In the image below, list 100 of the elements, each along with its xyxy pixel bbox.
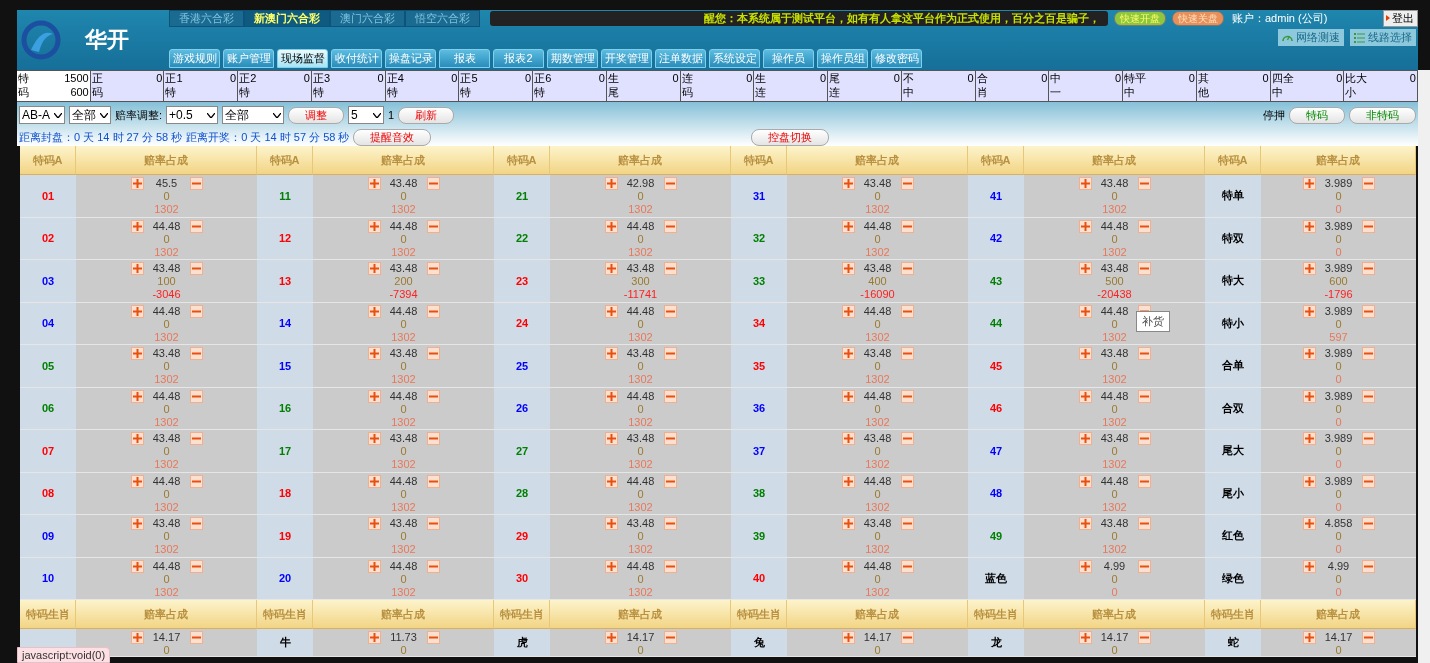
minus-button[interactable] <box>189 474 203 488</box>
stop-button[interactable]: 特码 <box>1289 106 1345 124</box>
profit-link[interactable]: 0 <box>1335 203 1342 216</box>
minus-button[interactable] <box>189 219 203 233</box>
logout-button[interactable]: 登出 <box>1383 10 1418 27</box>
minus-button[interactable] <box>426 219 440 233</box>
minus-button[interactable] <box>1361 347 1375 360</box>
summary-cell[interactable]: 生 连 0 <box>754 71 829 101</box>
plus-button[interactable] <box>841 474 855 488</box>
profit-link[interactable]: 1302 <box>391 543 416 556</box>
profit-link[interactable]: 1302 <box>628 458 653 471</box>
minus-button[interactable] <box>1137 177 1151 190</box>
plus-button[interactable] <box>1078 474 1092 488</box>
route-select-button[interactable]: 线路选择 <box>1350 28 1416 46</box>
plus-button[interactable] <box>604 631 618 644</box>
minus-button[interactable] <box>1361 389 1375 403</box>
profit-link[interactable]: 1302 <box>391 585 416 599</box>
profit-link[interactable]: 1302 <box>865 415 890 429</box>
plus-button[interactable] <box>1078 347 1092 360</box>
plus-button[interactable] <box>1302 559 1316 573</box>
profit-link[interactable]: 1302 <box>391 500 416 514</box>
minus-button[interactable] <box>663 631 677 644</box>
minus-button[interactable] <box>1137 219 1151 233</box>
plus-button[interactable] <box>130 432 144 445</box>
profit-link[interactable]: 1302 <box>628 500 653 514</box>
summary-cell[interactable]: 中 一 0 <box>1049 71 1124 101</box>
profit-link[interactable]: 1302 <box>865 203 890 216</box>
profit-link[interactable]: 1302 <box>628 203 653 216</box>
plus-button[interactable] <box>604 347 618 360</box>
minus-button[interactable] <box>900 347 914 360</box>
nav-tab[interactable]: 操作员 <box>763 49 814 68</box>
summary-cell[interactable]: 生 尾 0 <box>606 71 681 101</box>
profit-link[interactable]: 1302 <box>865 543 890 556</box>
minus-button[interactable] <box>1361 631 1375 644</box>
plus-button[interactable] <box>367 517 381 530</box>
nav-tab[interactable]: 游戏规则 <box>169 49 220 68</box>
summary-cell[interactable]: 正2 特 0 <box>238 71 312 101</box>
scope-select[interactable]: 全部 <box>69 106 111 124</box>
minus-button[interactable] <box>1137 262 1151 275</box>
plus-button[interactable] <box>367 389 381 403</box>
profit-link[interactable]: 0 <box>1335 373 1342 386</box>
nav-tab[interactable]: 报表2 <box>493 49 544 68</box>
plus-button[interactable] <box>1078 177 1092 190</box>
profit-link[interactable]: 1302 <box>154 458 179 471</box>
minus-button[interactable] <box>189 517 203 530</box>
plus-button[interactable] <box>130 631 144 644</box>
nav-tab[interactable]: 期数管理 <box>547 49 598 68</box>
profit-link[interactable]: 1302 <box>865 245 890 259</box>
plus-button[interactable] <box>130 517 144 530</box>
plus-button[interactable] <box>130 219 144 233</box>
profit-link[interactable]: 1302 <box>154 500 179 514</box>
plus-button[interactable] <box>841 631 855 644</box>
summary-cell[interactable]: 正4 特 0 <box>385 71 460 101</box>
nav-tab[interactable]: 操盘记录 <box>385 49 436 68</box>
profit-link[interactable]: 0 <box>1335 458 1342 471</box>
plus-button[interactable] <box>841 347 855 360</box>
profit-link[interactable]: 1302 <box>628 245 653 259</box>
minus-button[interactable] <box>663 219 677 233</box>
profit-link[interactable]: 1302 <box>865 458 890 471</box>
close-market-button[interactable]: 快速关盘 <box>1172 11 1224 26</box>
plus-button[interactable] <box>841 304 855 318</box>
nav-tab[interactable]: 系统设定 <box>709 49 760 68</box>
minus-button[interactable] <box>663 474 677 488</box>
plus-button[interactable] <box>604 177 618 190</box>
plus-button[interactable] <box>130 177 144 190</box>
profit-link[interactable]: 1302 <box>1102 373 1127 386</box>
profit-link[interactable]: 1302 <box>865 585 890 599</box>
minus-button[interactable] <box>189 432 203 445</box>
profit-link[interactable]: 1302 <box>865 500 890 514</box>
step-select[interactable]: +0.5 <box>166 106 219 124</box>
profit-link[interactable]: 1302 <box>391 203 416 216</box>
plus-button[interactable] <box>604 389 618 403</box>
plus-button[interactable] <box>1078 559 1092 573</box>
minus-button[interactable] <box>426 262 440 275</box>
plus-button[interactable] <box>1302 517 1316 530</box>
profit-link[interactable]: 1302 <box>154 585 179 599</box>
plus-button[interactable] <box>367 631 381 644</box>
plus-button[interactable] <box>130 304 144 318</box>
minus-button[interactable] <box>900 389 914 403</box>
minus-button[interactable] <box>189 389 203 403</box>
summary-cell[interactable]: 其 他 0 <box>1196 71 1271 101</box>
refresh-select[interactable]: 5 <box>348 106 385 124</box>
profit-link[interactable]: 1302 <box>1102 245 1127 259</box>
minus-button[interactable] <box>900 474 914 488</box>
sound-button[interactable]: 提醒音效 <box>353 128 432 146</box>
minus-button[interactable] <box>426 517 440 530</box>
minus-button[interactable] <box>900 219 914 233</box>
profit-link[interactable]: -3046 <box>152 288 181 301</box>
plus-button[interactable] <box>841 517 855 530</box>
minus-button[interactable] <box>900 304 914 318</box>
profit-link[interactable]: 1302 <box>865 330 890 344</box>
profit-link[interactable]: 1302 <box>391 458 416 471</box>
plus-button[interactable] <box>1302 474 1316 488</box>
minus-button[interactable] <box>663 432 677 445</box>
nav-tab[interactable]: 注单数据 <box>655 49 706 68</box>
minus-button[interactable] <box>900 631 914 644</box>
minus-button[interactable] <box>189 347 203 360</box>
lottery-tab[interactable]: 新澳门六合彩 <box>244 10 330 27</box>
profit-link[interactable]: 1302 <box>628 330 653 344</box>
profit-link[interactable]: 1302 <box>154 415 179 429</box>
